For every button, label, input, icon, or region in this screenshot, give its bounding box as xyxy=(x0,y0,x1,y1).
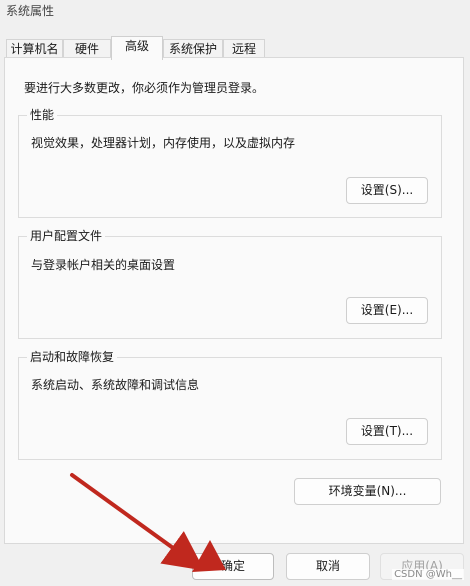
cancel-button[interactable]: 取消 xyxy=(286,553,370,580)
environment-variables-button[interactable]: 环境变量(N)... xyxy=(294,478,441,505)
startup-recovery-legend: 启动和故障恢复 xyxy=(27,350,118,364)
title-bar: 系统属性 xyxy=(0,0,470,28)
startup-recovery-group: 启动和故障恢复 系统启动、系统故障和调试信息 设置(T)... xyxy=(18,350,442,460)
tab-strip: 计算机名 硬件 高级 系统保护 远程 xyxy=(6,36,464,60)
ok-button[interactable]: 确定 xyxy=(192,553,274,580)
user-profiles-description: 与登录帐户相关的桌面设置 xyxy=(31,258,176,272)
startup-recovery-description: 系统启动、系统故障和调试信息 xyxy=(31,378,200,392)
startup-recovery-settings-button[interactable]: 设置(T)... xyxy=(346,418,428,445)
performance-group: 性能 视觉效果，处理器计划，内存使用，以及虚拟内存 设置(S)... xyxy=(18,108,442,218)
performance-legend: 性能 xyxy=(27,108,58,122)
performance-settings-button[interactable]: 设置(S)... xyxy=(346,177,428,204)
user-profiles-legend: 用户配置文件 xyxy=(27,229,106,243)
watermark-text: CSDN @Wh__ xyxy=(392,569,464,580)
tab-advanced[interactable]: 高级 xyxy=(111,36,163,60)
tab-system-protection[interactable]: 系统保护 xyxy=(163,39,223,59)
tab-hardware[interactable]: 硬件 xyxy=(63,39,111,59)
window-title: 系统属性 xyxy=(6,4,55,18)
tab-computer-name[interactable]: 计算机名 xyxy=(6,39,63,59)
performance-description: 视觉效果，处理器计划，内存使用，以及虚拟内存 xyxy=(31,136,296,150)
user-profiles-group: 用户配置文件 与登录帐户相关的桌面设置 设置(E)... xyxy=(18,229,442,339)
user-profiles-settings-button[interactable]: 设置(E)... xyxy=(346,297,428,324)
tab-remote[interactable]: 远程 xyxy=(223,39,265,59)
admin-note: 要进行大多数更改，你必须作为管理员登录。 xyxy=(24,81,265,95)
